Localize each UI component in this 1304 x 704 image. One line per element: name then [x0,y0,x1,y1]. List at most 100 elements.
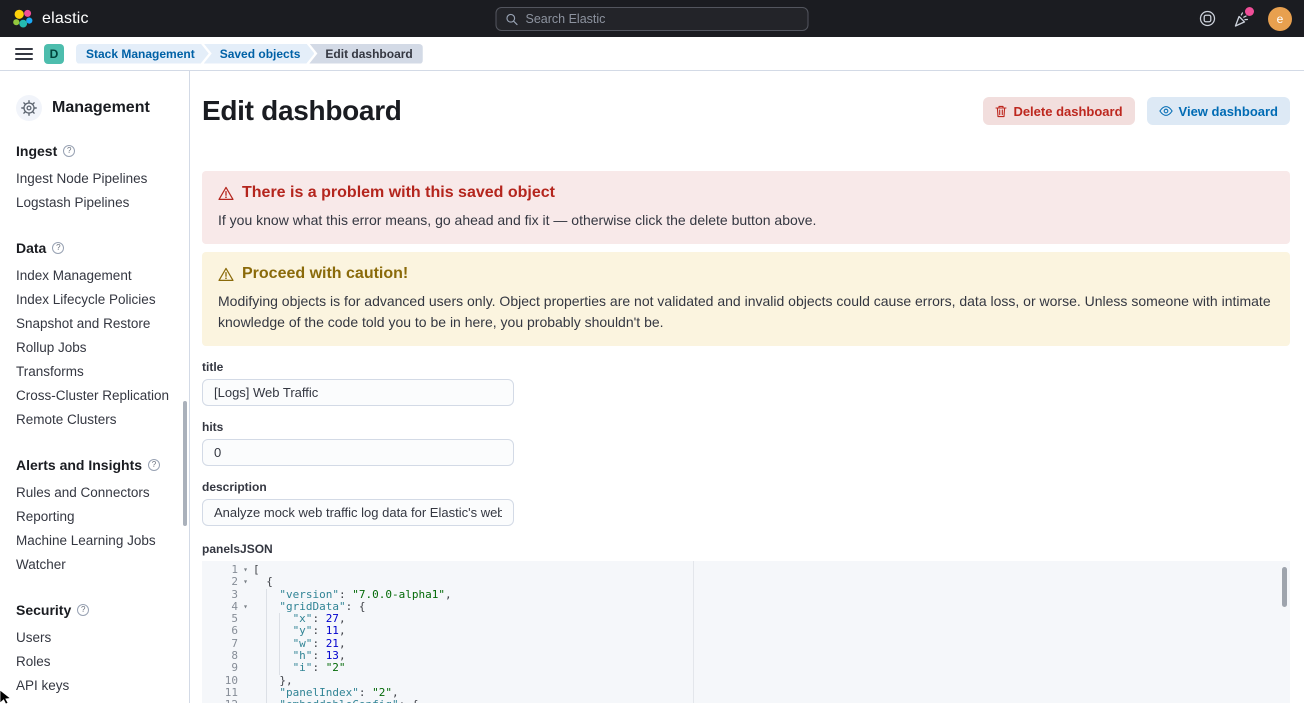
section-heading-ingest: Ingest? [16,143,179,159]
elastic-logo-text: elastic [42,10,89,28]
sidebar-scrollbar[interactable] [183,401,187,526]
code-line: 8"h": 13, [202,650,1290,662]
sidebar-item-users[interactable]: Users [16,626,179,650]
section-heading-label: Data [16,240,46,256]
error-callout: There is a problem with this saved objec… [202,171,1290,244]
alert-triangle-icon [218,186,234,201]
code-text: "i": "2" [253,662,346,674]
global-search-input[interactable]: Search Elastic [496,7,809,31]
code-line: 5"x": 27, [202,613,1290,625]
line-number: 2 [202,576,238,588]
breadcrumb-saved-objects[interactable]: Saved objects [204,44,315,64]
code-text: "embeddableConfig": { [253,699,418,703]
main-content: Edit dashboard Delete dashboard View [190,71,1304,703]
sidebar-item-cross-cluster-replication[interactable]: Cross-Cluster Replication [16,384,179,408]
breadcrumb-bar: D Stack Management Saved objects Edit da… [0,37,1304,71]
panelsjson-label: panelsJSON [202,542,1290,556]
sidebar-title: Management [16,95,179,121]
description-field-label: description [202,480,1290,494]
section-heading-label: Security [16,602,71,618]
space-avatar[interactable]: D [44,44,64,64]
indent-guide [266,699,279,703]
code-line: 9 "i": "2" [202,662,1290,674]
sidebar-item-roles[interactable]: Roles [16,650,179,674]
fold-toggle-icon[interactable]: ▾ [238,576,253,588]
alert-triangle-icon [218,267,234,282]
help-icon [1199,10,1216,27]
elastic-logo[interactable]: elastic [12,8,89,30]
indent-guide [266,613,279,625]
sidebar-item-logstash-pipelines[interactable]: Logstash Pipelines [16,191,179,215]
search-icon [506,13,519,26]
user-avatar[interactable]: e [1268,7,1292,31]
sidebar-section-alerts-and-insights: Alerts and Insights?Rules and Connectors… [16,457,179,577]
page-title: Edit dashboard [202,95,402,127]
indent-guide [266,625,279,637]
section-heading-security: Security? [16,602,179,618]
line-number: 9 [202,662,238,674]
sidebar-item-api-keys[interactable]: API keys [16,674,179,698]
sidebar-item-reporting[interactable]: Reporting [16,505,179,529]
title-field-input[interactable] [202,379,514,406]
panelsjson-code-editor[interactable]: 1▾[2▾{3"version": "7.0.0-alpha1",4▾"grid… [202,561,1290,703]
description-field-input[interactable] [202,499,514,526]
indent-guide [266,675,279,687]
title-field: title [202,360,1290,406]
sidebar-title-label: Management [52,99,150,117]
indent-guide [266,601,279,613]
help-circle-icon: ? [148,459,160,471]
indent-guide [266,687,279,699]
fold-spacer [238,662,253,674]
section-heading-data: Data? [16,240,179,256]
fold-spacer [238,589,253,601]
editor-scrollbar[interactable] [1282,567,1287,607]
print-margin [693,561,694,703]
indent-guide [266,638,279,650]
sidebar-item-machine-learning-jobs[interactable]: Machine Learning Jobs [16,529,179,553]
delete-dashboard-button[interactable]: Delete dashboard [983,97,1134,125]
search-placeholder: Search Elastic [526,12,606,26]
sidebar-item-ingest-node-pipelines[interactable]: Ingest Node Pipelines [16,167,179,191]
app-root: elastic Search Elastic [0,0,1304,704]
sidebar-item-snapshot-and-restore[interactable]: Snapshot and Restore [16,312,179,336]
gear-icon [16,95,42,121]
fold-spacer [238,687,253,699]
fold-spacer [238,625,253,637]
indent-guide [266,589,279,601]
help-menu-button[interactable] [1199,10,1216,27]
sidebar-sections: Ingest? Ingest Node PipelinesLogstash Pip… [16,143,179,704]
sidebar-item-remote-clusters[interactable]: Remote Clusters [16,408,179,432]
line-number: 6 [202,625,238,637]
fold-toggle-icon[interactable]: ▾ [238,699,253,703]
sidebar-item-rules-and-connectors[interactable]: Rules and Connectors [16,481,179,505]
code-line: 6"y": 11, [202,625,1290,637]
sidebar-item-transforms[interactable]: Transforms [16,360,179,384]
fold-toggle-icon[interactable]: ▾ [238,601,253,613]
help-circle-icon: ? [52,242,64,254]
newsfeed-button[interactable] [1233,10,1251,28]
sidebar-item-index-lifecycle-policies[interactable]: Index Lifecycle Policies [16,288,179,312]
breadcrumb-stack-management[interactable]: Stack Management [76,44,209,64]
breadcrumb-current-page: Edit dashboard [309,44,422,64]
code-line: 7"w": 21, [202,638,1290,650]
view-dashboard-button[interactable]: View dashboard [1147,97,1290,125]
hits-field-input[interactable] [202,439,514,466]
sidebar-item-watcher[interactable]: Watcher [16,553,179,577]
help-circle-icon: ? [77,604,89,616]
page-actions: Delete dashboard View dashboard [983,97,1290,125]
sidebar-item-rollup-jobs[interactable]: Rollup Jobs [16,336,179,360]
description-field: description [202,480,1290,526]
fold-spacer [238,638,253,650]
code-line: 4▾"gridData": { [202,601,1290,613]
menu-toggle-button[interactable] [10,42,38,66]
fold-spacer [238,613,253,625]
sidebar-item-index-management[interactable]: Index Management [16,264,179,288]
global-header: elastic Search Elastic [0,0,1304,37]
notification-dot [1245,7,1254,16]
sidebar-item-role-mappings[interactable]: Role Mappings [16,698,179,704]
fold-toggle-icon[interactable]: ▾ [238,564,253,576]
mouse-cursor [0,690,12,704]
sidebar-section-security: Security? UsersRolesAPI keysRole Mappings [16,602,179,704]
warning-callout-body: Modifying objects is for advanced users … [218,291,1274,333]
help-circle-icon: ? [63,145,75,157]
